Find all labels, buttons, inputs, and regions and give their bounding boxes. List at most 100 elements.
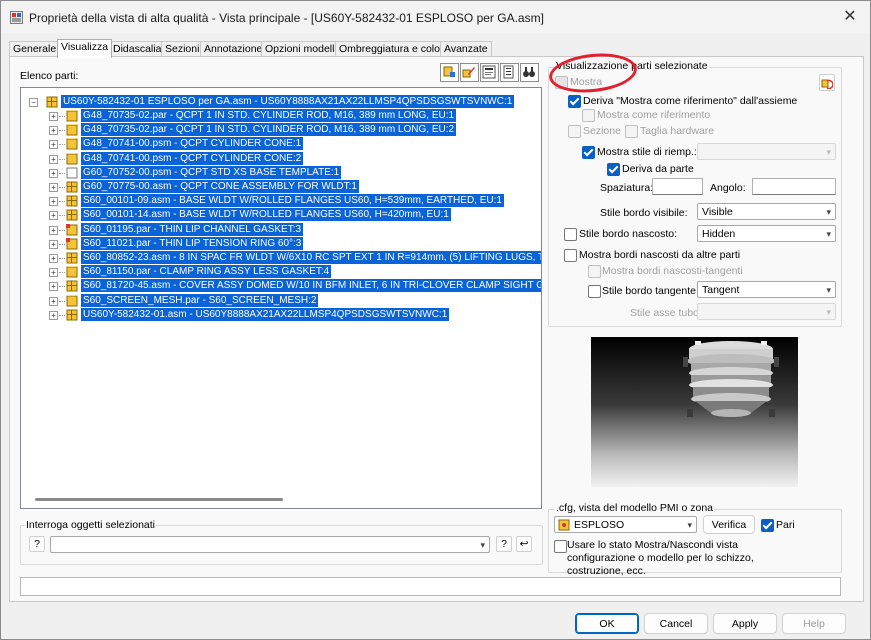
expand-icon[interactable]: + — [49, 211, 58, 221]
show-as-ref-checkbox[interactable] — [582, 109, 595, 122]
tab-visualizza[interactable]: Visualizza — [57, 39, 113, 58]
spacing-label: Spaziatura: — [600, 182, 654, 194]
refresh-button[interactable] — [819, 74, 835, 91]
expand-icon[interactable]: + — [49, 126, 58, 136]
tangent-edge-checkbox[interactable] — [588, 285, 601, 298]
sheet-metal-icon — [66, 138, 78, 150]
show-hidden-tangent-checkbox[interactable] — [588, 265, 601, 278]
query-help-button[interactable]: ? — [29, 536, 45, 552]
part-icon — [66, 294, 78, 307]
expand-icon[interactable]: + — [49, 268, 58, 278]
help-button[interactable]: Help — [782, 613, 846, 634]
tree-connector — [59, 314, 65, 316]
tree-item-label[interactable]: US60Y-582432-01.asm - US60Y8888AX21AX22L… — [81, 307, 450, 321]
show-hidden-other-checkbox[interactable] — [564, 249, 577, 262]
expand-icon[interactable]: + — [49, 239, 58, 249]
tube-axis-dropdown[interactable]: ▾ — [697, 303, 836, 320]
query-go-button[interactable]: ↩ — [516, 536, 532, 552]
fill-style-checkbox[interactable] — [582, 146, 595, 159]
assembly-icon — [66, 309, 78, 321]
tab-sezioni[interactable]: Sezioni — [161, 41, 204, 57]
sheet-metal-icon — [66, 152, 78, 165]
tab-annotazione[interactable]: Annotazione — [200, 41, 267, 57]
edit-part-tool-button[interactable] — [460, 63, 479, 82]
expand-icon[interactable]: + — [49, 168, 58, 178]
tangent-edge-dropdown[interactable]: Tangent ▾ — [697, 281, 836, 298]
tab-generale[interactable]: Generale — [9, 41, 61, 57]
tree-item-label[interactable]: S60_01195.par - THIN LIP CHANNEL GASKET:… — [81, 222, 304, 236]
tree-item-label[interactable]: S60_00101-14.asm - BASE WLDT W/ROLLED FL… — [81, 208, 451, 222]
even-checkbox[interactable] — [761, 519, 774, 532]
collapse-icon[interactable]: − — [29, 98, 38, 107]
derive-show-ref-checkbox[interactable] — [568, 95, 581, 108]
pencil-icon — [462, 67, 475, 78]
part-icon — [66, 110, 78, 122]
section-checkbox[interactable] — [568, 125, 581, 138]
tab-avanzate[interactable]: Avanzate — [440, 41, 492, 57]
chevron-down-icon: ▾ — [826, 207, 831, 217]
tree-item-label[interactable]: G60_70775-00.asm - QCPT CONE ASSEMBLY FO… — [81, 180, 359, 193]
tree-item-label[interactable]: S60_SCREEN_MESH.par - S60_SCREEN_MESH:2 — [81, 293, 319, 307]
derive-from-part-checkbox[interactable] — [607, 163, 620, 176]
apply-button[interactable]: Apply — [713, 613, 777, 634]
use-state-checkbox[interactable] — [554, 540, 567, 553]
tree-item-label[interactable]: S60_81150.par - CLAMP RING ASSY LESS GAS… — [81, 265, 332, 279]
angle-label: Angolo: — [710, 182, 746, 194]
expand-icon[interactable]: + — [49, 296, 58, 306]
tab-ombreggiatura[interactable]: Ombreggiatura e colore — [335, 41, 454, 57]
expand-icon[interactable]: + — [49, 112, 58, 121]
tree-item-label[interactable]: G48_70735-02.par - QCPT 1 IN STD. CYLIND… — [81, 109, 457, 122]
query-help-button-2[interactable]: ? — [496, 536, 512, 552]
expand-icon[interactable]: + — [49, 140, 58, 150]
list-tool-button[interactable] — [500, 63, 519, 82]
parts-tree[interactable]: − US60Y-582432-01 ESPLOSO per GA.asm - U… — [20, 87, 542, 509]
angle-input[interactable] — [752, 178, 836, 195]
tree-root-label[interactable]: US60Y-582432-01 ESPLOSO per GA.asm - US6… — [61, 95, 515, 108]
sheet-metal-icon — [66, 167, 78, 179]
find-tool-button[interactable] — [520, 63, 539, 82]
pmi-selected-value: ESPLOSO — [574, 519, 625, 531]
tree-item-label[interactable]: G48_70735-02.par - QCPT 1 IN STD. CYLIND… — [81, 123, 457, 137]
section-label: Sezione — [583, 125, 621, 137]
pmi-dropdown[interactable]: ESPLOSO ▾ — [554, 516, 697, 533]
assembly-icon — [66, 280, 78, 292]
tree-item-label[interactable]: G48_70741-00.psm - QCPT CYLINDER CONE:1 — [81, 137, 304, 151]
visible-edge-dropdown[interactable]: Visible ▾ — [697, 203, 836, 220]
expand-icon[interactable]: + — [49, 254, 58, 263]
expand-icon[interactable]: + — [49, 154, 58, 164]
close-icon[interactable]: ✕ — [840, 7, 860, 27]
tab-opzioni-modello[interactable]: Opzioni modello — [261, 41, 345, 57]
horizontal-scrollbar[interactable] — [35, 498, 283, 501]
fill-style-dropdown[interactable]: ▾ — [697, 143, 836, 160]
tree-item-label[interactable]: S60_81720-45.asm - COVER ASSY DOMED W/10… — [81, 279, 541, 293]
expand-icon[interactable]: + — [49, 197, 58, 207]
hidden-edge-checkbox[interactable] — [564, 228, 577, 241]
expand-icon[interactable]: + — [49, 310, 58, 320]
tree-connector — [59, 243, 65, 245]
spacing-input[interactable] — [652, 178, 703, 195]
tree-item-label[interactable]: S60_00101-09.asm - BASE WLDT W/ROLLED FL… — [81, 194, 504, 208]
tree-connector — [59, 272, 65, 274]
expand-icon[interactable]: + — [49, 183, 58, 192]
cancel-button[interactable]: Cancel — [644, 613, 708, 634]
properties-tool-button[interactable] — [480, 63, 499, 82]
title-bar: Proprietà della vista di alta qualità - … — [1, 1, 870, 33]
show-as-ref-label: Mostra come riferimento — [597, 109, 711, 121]
tree-connector — [59, 116, 65, 117]
assembly-preview-image — [683, 341, 779, 417]
hidden-edge-dropdown[interactable]: Hidden ▾ — [697, 225, 836, 242]
query-dropdown[interactable]: ▾ — [50, 536, 490, 553]
tree-item-label[interactable]: S60_11021.par - THIN LIP TENSION RING 60… — [81, 236, 304, 250]
show-part-tool-button[interactable] — [440, 63, 459, 82]
tree-item-label[interactable]: G48_70741-00.psm - QCPT CYLINDER CONE:2 — [81, 151, 304, 165]
tree-item-label[interactable]: S60_80852-23.asm - 8 IN SPAC FR WLDT W/6… — [81, 251, 541, 264]
assembly-icon — [66, 252, 78, 264]
verify-button[interactable]: Verifica — [703, 515, 755, 534]
dialog-window: Proprietà della vista di alta qualità - … — [0, 0, 871, 640]
expand-icon[interactable]: + — [49, 282, 58, 292]
tab-didascalia[interactable]: Didascalia — [109, 41, 166, 57]
expand-icon[interactable]: + — [49, 225, 58, 235]
hatching-checkbox[interactable] — [625, 125, 638, 138]
tree-item-label[interactable]: G60_70752-00.psm - QCPT STD XS BASE TEMP… — [81, 165, 342, 179]
ok-button[interactable]: OK — [575, 613, 639, 634]
